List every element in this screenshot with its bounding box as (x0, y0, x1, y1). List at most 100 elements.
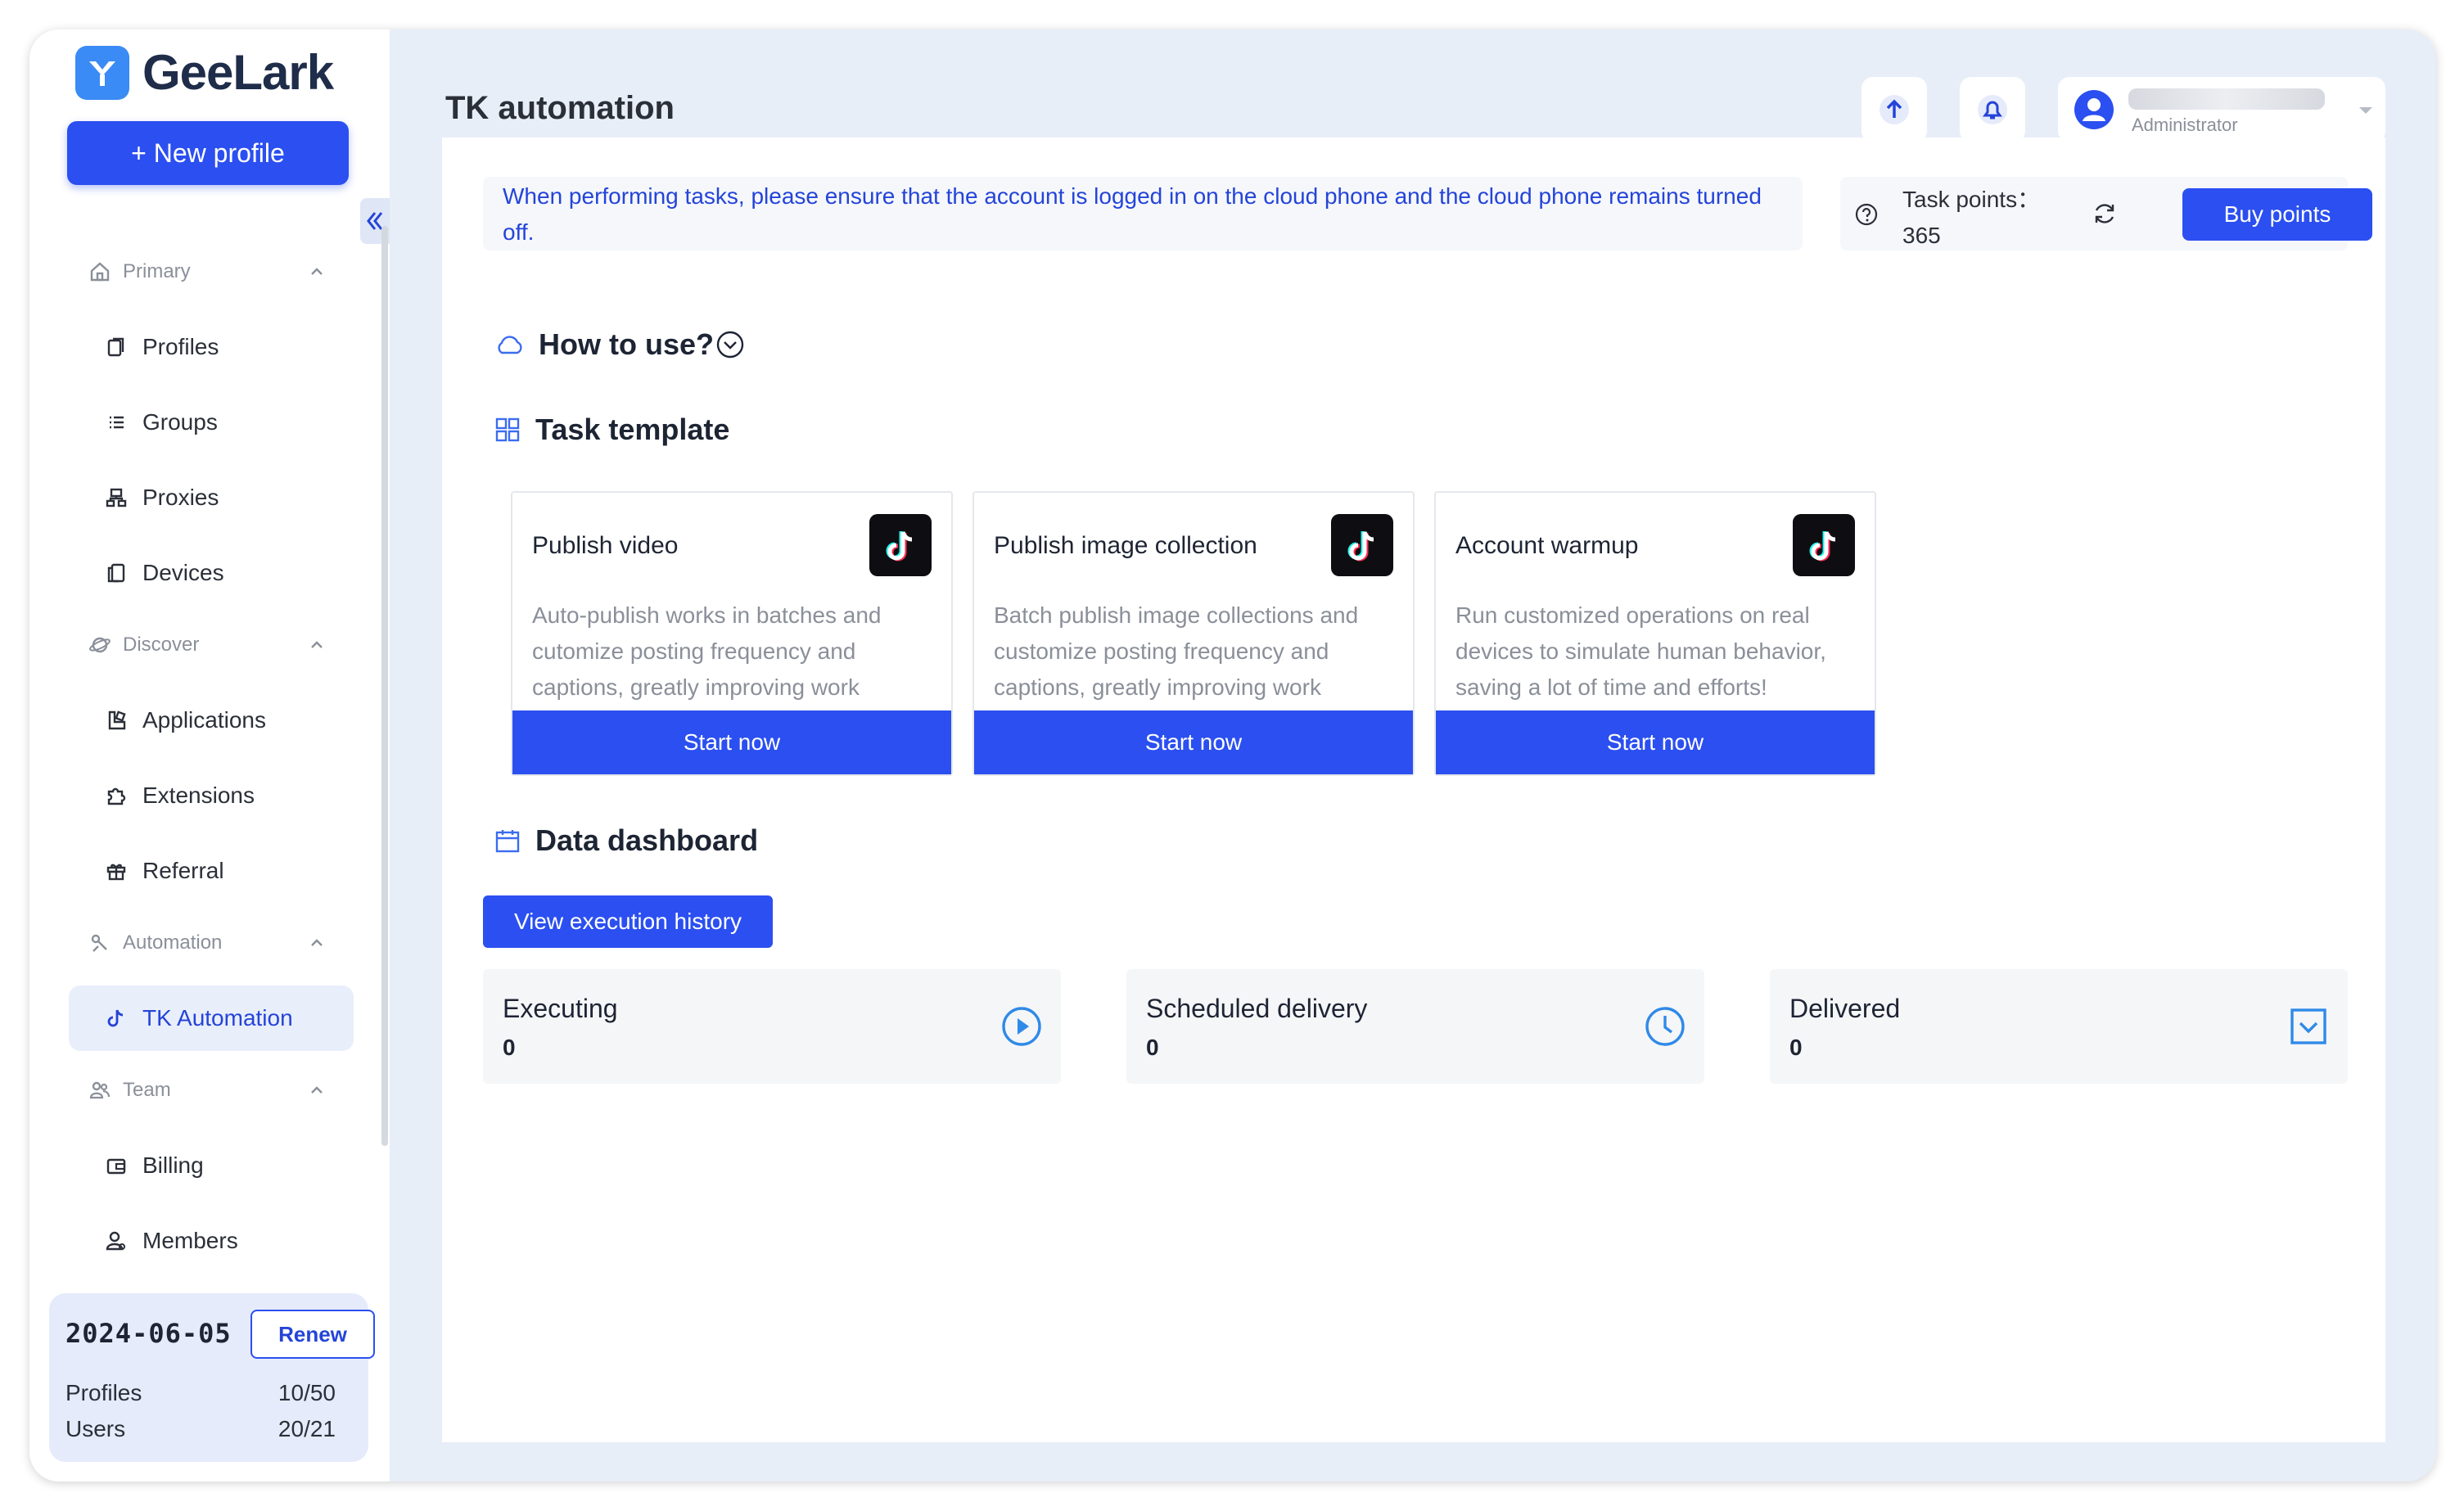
card-title: Publish video (532, 532, 679, 559)
chevron-up-icon (311, 641, 323, 648)
section-team-label: Team (123, 1079, 171, 1101)
upload-arrow-icon (1880, 95, 1909, 124)
grid-icon (495, 417, 520, 442)
plan-summary: 2024-06-05 Renew Profiles 10/50 Users 20… (49, 1293, 375, 1462)
chevron-down-circle-icon (716, 331, 744, 359)
tiktok-logo-icon (869, 514, 932, 576)
plan-profiles-value: 10/50 (278, 1380, 336, 1405)
home-icon (90, 262, 110, 282)
data-dashboard-heading: Data dashboard (494, 823, 758, 858)
sidebar-item-label: Groups (142, 409, 218, 435)
chevron-up-icon (311, 1086, 323, 1094)
stat-label: Executing (503, 994, 618, 1023)
notice-banner: When performing tasks, please ensure tha… (483, 177, 1803, 250)
logo[interactable]: GeeLark (75, 44, 334, 101)
renew-button[interactable]: Renew (250, 1310, 375, 1359)
card-title: Account warmup (1455, 532, 1639, 559)
applications-icon (108, 710, 126, 730)
user-role: Administrator (2132, 115, 2238, 135)
section-primary-label: Primary (123, 260, 191, 282)
play-circle-icon (1002, 1007, 1041, 1046)
plan-users-label: Users (65, 1416, 126, 1441)
data-dashboard-title: Data dashboard (535, 823, 759, 857)
card-description: Auto-publish works in batches and cutomi… (532, 602, 882, 700)
sidebar-item-label: Referral (142, 858, 224, 883)
tiktok-logo-icon (1793, 514, 1855, 576)
plan-profiles-label: Profiles (65, 1380, 142, 1405)
card-description: Run customized operations on real device… (1455, 602, 1826, 700)
section-automation[interactable]: Automation (88, 931, 326, 954)
help-icon[interactable] (1853, 201, 1880, 228)
sidebar-item-label: Proxies (142, 485, 219, 510)
sidebar-item-label: Devices (142, 560, 224, 585)
caret-down-icon (2359, 107, 2372, 114)
points-title: Task points： (1902, 187, 2041, 212)
section-primary[interactable]: Primary (88, 260, 326, 283)
main-panel: When performing tasks, please ensure tha… (442, 138, 2385, 1442)
gift-icon (106, 864, 126, 881)
chevron-up-icon (311, 939, 323, 946)
stat-value: 0 (1789, 1035, 1803, 1060)
chevron-up-icon (311, 268, 323, 275)
list-icon (110, 416, 124, 429)
view-execution-history-button[interactable]: View execution history (483, 895, 773, 948)
profiles-icon (107, 337, 124, 357)
page-title: TK automation (445, 90, 675, 126)
new-profile-button[interactable]: + New profile (67, 121, 349, 185)
plan-users-row: Users 20/21 (65, 1416, 336, 1442)
cloud-icon (498, 336, 522, 354)
template-card-publish-image-collection: Publish image collection Batch publish i… (973, 491, 1415, 776)
section-discover[interactable]: Discover (88, 634, 326, 656)
sidebar-item-label: Applications (142, 707, 266, 733)
sidebar-item-devices[interactable]: Devices (105, 540, 383, 606)
refresh-icon[interactable] (2091, 200, 2119, 228)
sidebar-item-members[interactable]: Members (105, 1208, 383, 1274)
section-team[interactable]: Team (88, 1079, 326, 1102)
stat-value: 0 (503, 1035, 516, 1060)
geelark-logo-icon (75, 45, 129, 100)
task-template-title: Task template (535, 413, 730, 446)
task-template-heading: Task template (494, 413, 729, 447)
sidebar-item-billing[interactable]: Billing (105, 1133, 383, 1198)
sidebar-item-profiles[interactable]: Profiles (105, 314, 383, 380)
sidebar-item-extensions[interactable]: Extensions (105, 763, 383, 828)
tiktok-logo-icon (1331, 514, 1393, 576)
sidebar-item-label: Extensions (142, 783, 255, 808)
sidebar-item-label: TK Automation (142, 1005, 293, 1031)
sidebar-item-referral[interactable]: Referral (105, 838, 383, 904)
upload-button[interactable] (1862, 77, 1927, 142)
sidebar-item-label: Billing (142, 1152, 204, 1178)
task-points-label: Task points： 365 (1902, 182, 2040, 254)
stat-label: Scheduled delivery (1146, 994, 1368, 1023)
user-menu[interactable]: Administrator (2058, 77, 2385, 142)
how-to-use-label: How to use? (539, 327, 714, 361)
devices-icon (107, 563, 125, 583)
template-card-account-warmup: Account warmup Run customized operations… (1434, 491, 1876, 776)
section-discover-label: Discover (123, 634, 200, 656)
plan-users-value: 20/21 (278, 1416, 336, 1441)
card-title: Publish image collection (994, 532, 1257, 559)
template-card-publish-video: Publish video Auto-publish works in batc… (511, 491, 953, 776)
buy-points-button[interactable]: Buy points (2182, 188, 2372, 241)
how-to-use-toggle[interactable]: How to use? (494, 327, 760, 362)
avatar-icon (2074, 90, 2114, 129)
puzzle-icon (107, 787, 126, 805)
start-now-button[interactable]: Start now (1436, 710, 1875, 774)
sidebar-item-tk-automation[interactable]: TK Automation (69, 986, 354, 1051)
bell-icon (1978, 95, 2007, 124)
start-now-button[interactable]: Start now (974, 710, 1413, 774)
stat-executing: Executing 0 (483, 969, 1061, 1084)
network-icon (106, 488, 127, 507)
sidebar-item-applications[interactable]: Applications (105, 688, 383, 753)
wallet-icon (106, 1158, 126, 1175)
sidebar-item-proxies[interactable]: Proxies (105, 465, 383, 530)
notifications-button[interactable] (1960, 77, 2025, 142)
app-window: GeeLark + New profile Primary Profiles G… (29, 29, 2436, 1482)
start-now-button[interactable]: Start now (512, 710, 951, 774)
card-description: Batch publish image collections and cust… (994, 602, 1359, 700)
stat-value: 0 (1146, 1035, 1159, 1060)
brand-name: GeeLark (142, 45, 334, 100)
plan-expiry-date: 2024-06-05 (65, 1318, 232, 1349)
sidebar-item-groups[interactable]: Groups (105, 390, 383, 455)
sidebar-item-label: Members (142, 1228, 238, 1253)
